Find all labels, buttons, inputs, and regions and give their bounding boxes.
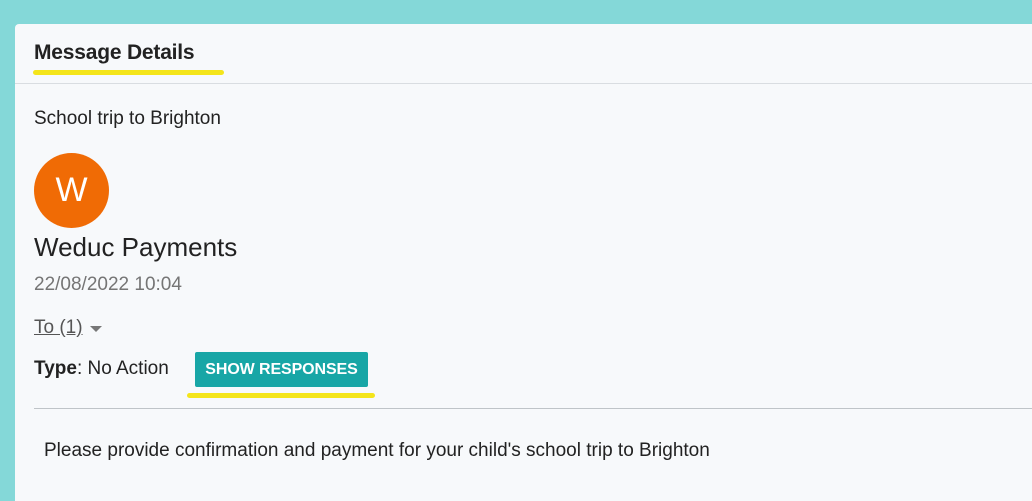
panel-header: Message Details: [15, 24, 1032, 84]
sender-name: Weduc Payments: [34, 232, 238, 262]
type-label: Type: [34, 358, 77, 379]
recipients-label[interactable]: To (1): [34, 317, 83, 339]
page-title: Message Details: [34, 41, 195, 64]
message-subject: School trip to Brighton: [34, 108, 221, 129]
message-type: Type: No Action: [34, 358, 169, 380]
show-responses-button[interactable]: SHOW RESPONSES: [195, 352, 368, 387]
divider: [34, 408, 1032, 409]
caret-down-icon[interactable]: [89, 326, 102, 332]
message-timestamp: 22/08/2022 10:04: [34, 274, 182, 295]
title-highlight: [33, 70, 224, 75]
message-details-panel: Message Details School trip to Brighton …: [15, 24, 1032, 501]
message-body: Please provide confirmation and payment …: [44, 440, 710, 461]
avatar: W: [34, 153, 109, 228]
type-value: : No Action: [76, 358, 169, 379]
recipients-toggle[interactable]: To (1): [34, 317, 102, 339]
button-highlight: [187, 393, 375, 398]
